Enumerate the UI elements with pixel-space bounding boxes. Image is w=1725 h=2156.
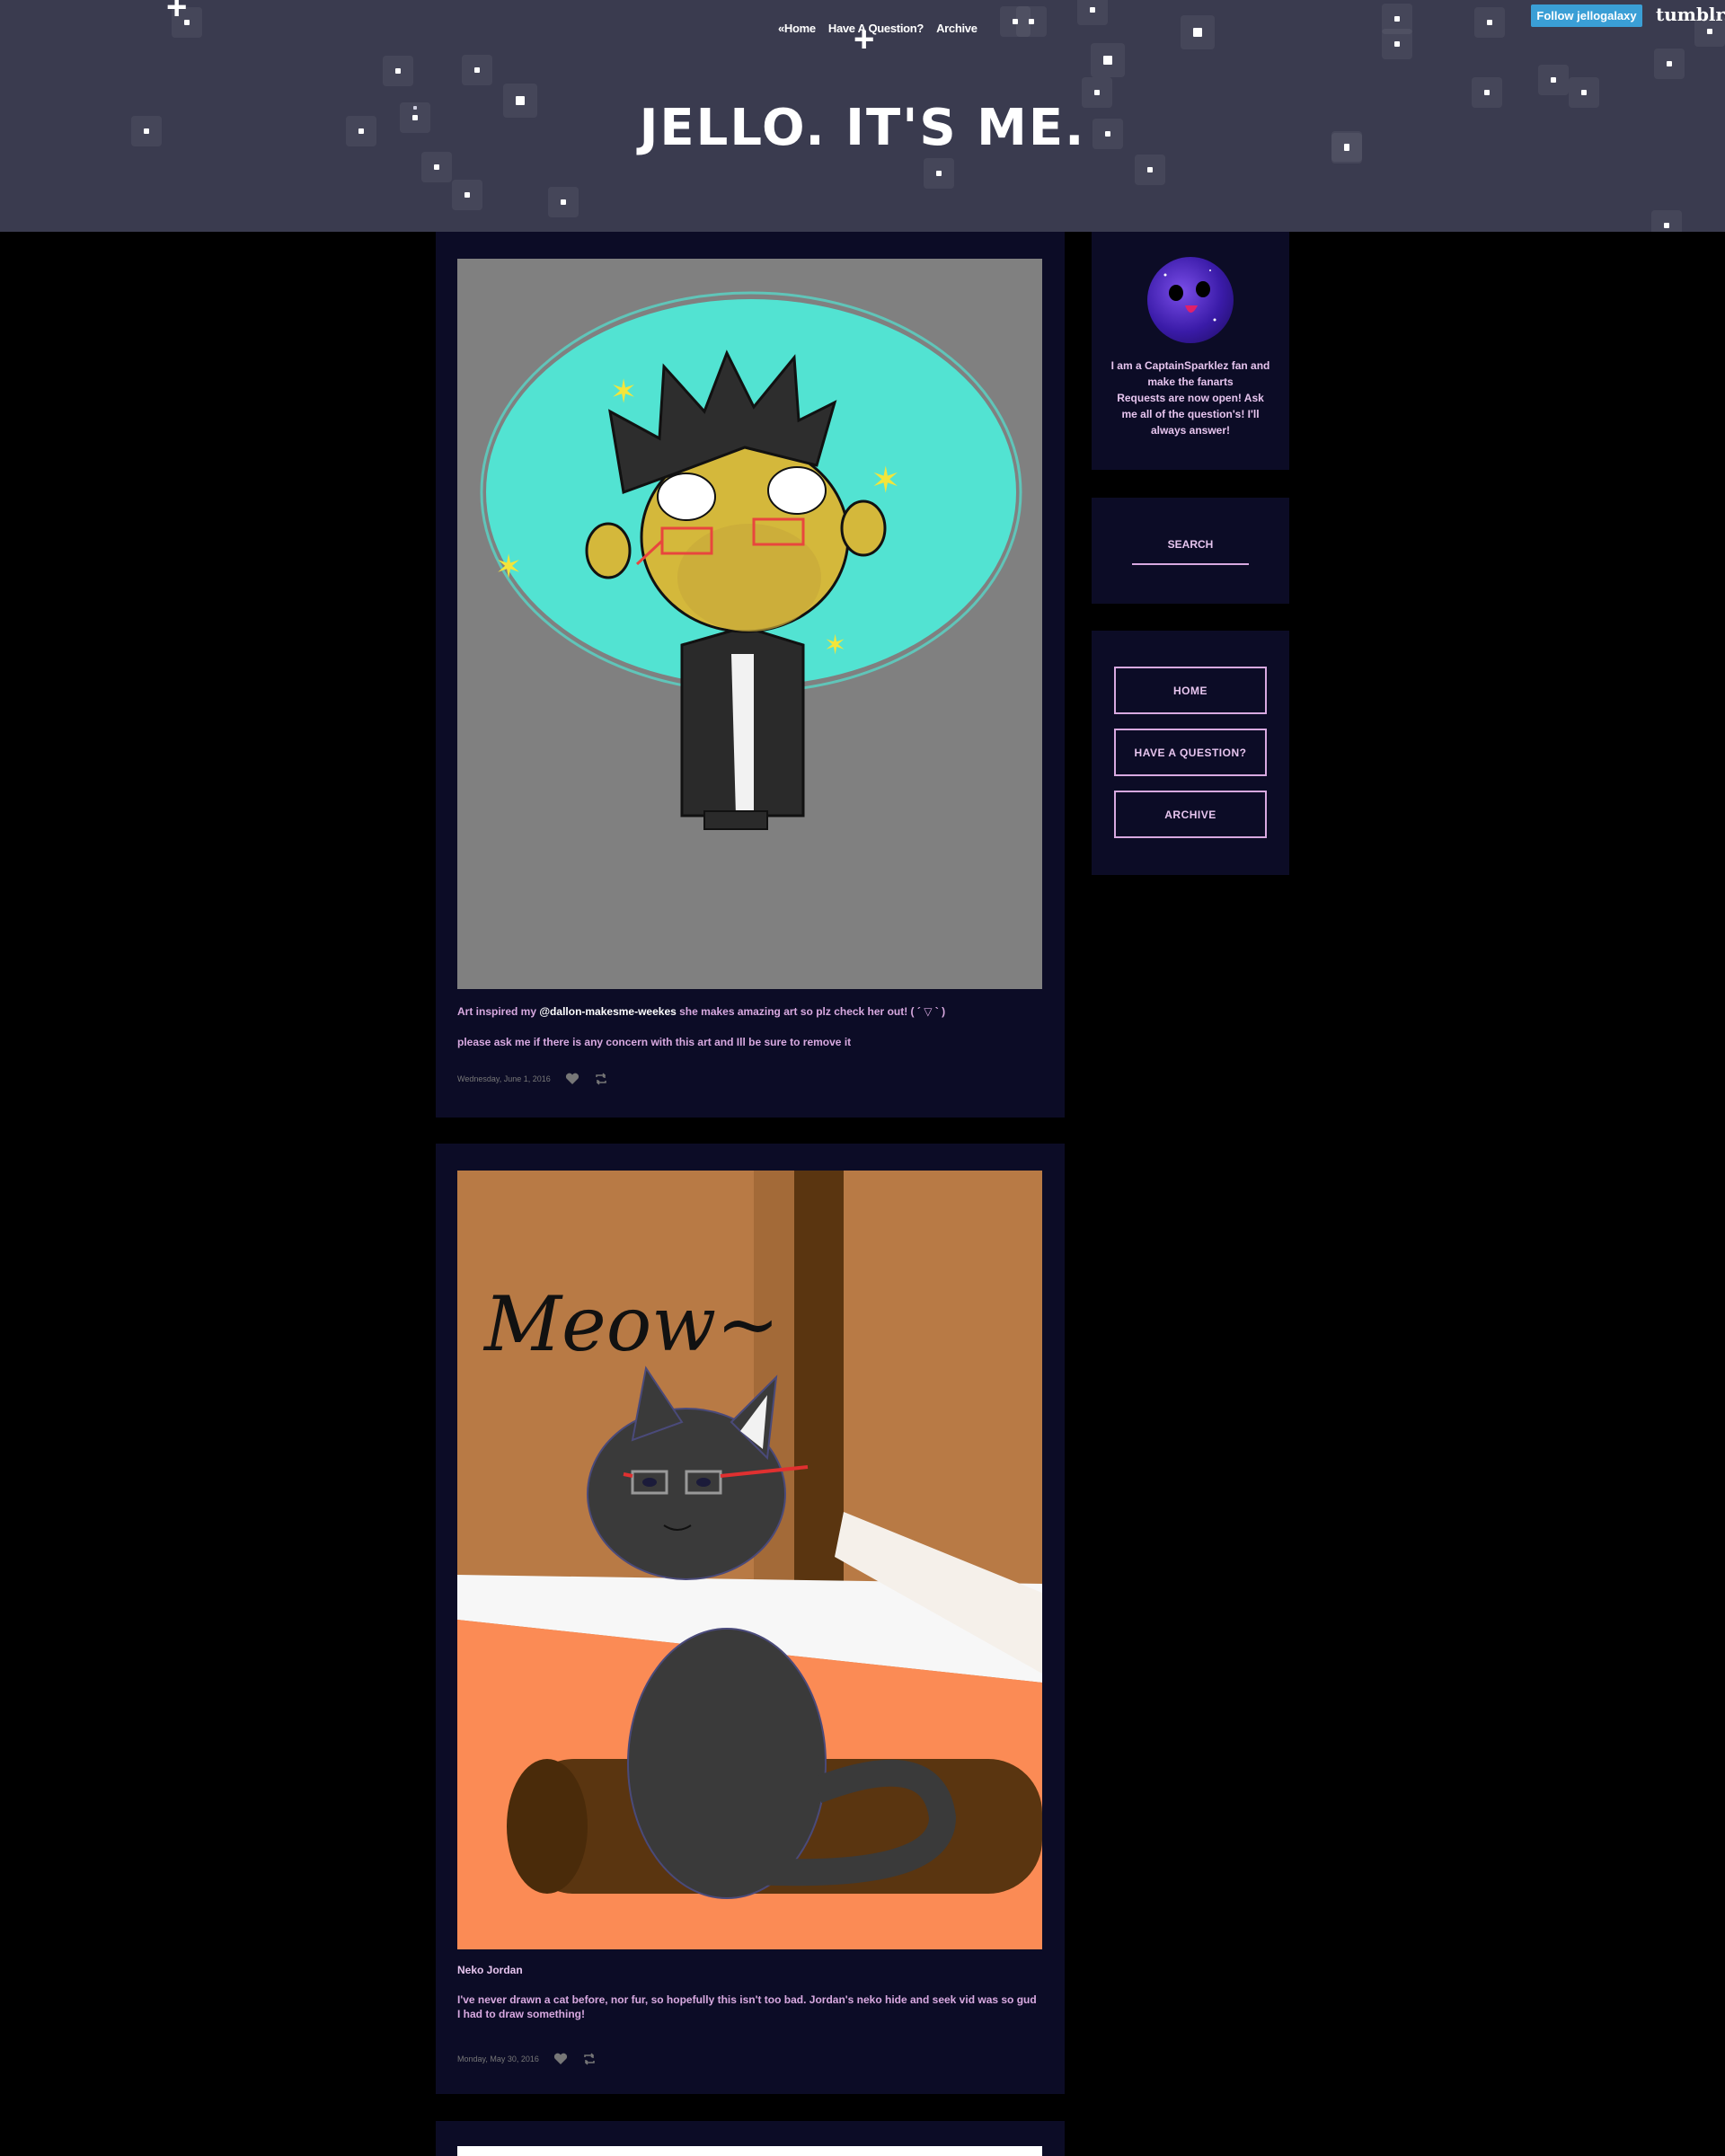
star-decoration xyxy=(1394,16,1400,22)
star-decoration xyxy=(1581,90,1587,95)
sidebar-nav-archive[interactable]: ARCHIVE xyxy=(1114,791,1267,838)
reblog-icon[interactable] xyxy=(582,2053,597,2065)
meow-text: Meow~ xyxy=(482,1280,780,1368)
post-image[interactable] xyxy=(457,2146,1042,2156)
heart-icon[interactable] xyxy=(553,2053,568,2065)
sidebar-search: SEARCH xyxy=(1092,498,1289,604)
star-decoration xyxy=(1147,167,1153,172)
star-decoration xyxy=(434,164,439,170)
star-decoration xyxy=(561,199,566,205)
star-decoration xyxy=(464,192,470,198)
star-decoration xyxy=(1090,7,1095,13)
tumblr-logo[interactable]: tumblr. xyxy=(1656,4,1725,25)
star-decoration xyxy=(1707,29,1712,34)
star-decoration xyxy=(1193,28,1202,37)
post-meta: Wednesday, June 1, 2016 xyxy=(457,1073,608,1085)
post-card xyxy=(436,2121,1065,2156)
sidebar-profile: I am a CaptainSparklez fan and make the … xyxy=(1092,232,1289,470)
star-decoration xyxy=(1094,90,1100,95)
star-decoration xyxy=(395,68,401,74)
post-title: Neko Jordan xyxy=(457,1964,523,1976)
post-caption: I've never drawn a cat before, nor fur, … xyxy=(457,1993,1037,2020)
sidebar-nav-home[interactable]: HOME xyxy=(1114,667,1267,714)
top-nav-ask[interactable]: Have A Question? xyxy=(828,22,924,35)
heart-icon[interactable] xyxy=(565,1073,579,1085)
post-meta: Monday, May 30, 2016 xyxy=(457,2053,597,2065)
star-decoration xyxy=(1103,56,1112,65)
site-title: JELLO. IT'S ME. xyxy=(639,99,1086,157)
top-navigation: «Home Have A Question? Archive xyxy=(778,22,978,35)
cat-fanart-image[interactable]: Meow~ xyxy=(457,1171,1042,1949)
cat-illustration: Meow~ xyxy=(457,1171,1042,1949)
caption-text: Art inspired my xyxy=(457,1005,540,1018)
post-date[interactable]: Monday, May 30, 2016 xyxy=(457,2054,539,2063)
star-decoration xyxy=(1394,41,1400,47)
follow-button[interactable]: Follow jellogalaxy xyxy=(1531,4,1642,27)
fanart-image[interactable]: ✶ ✶ ✶ ✶ xyxy=(457,259,1042,989)
top-nav-home[interactable]: «Home xyxy=(778,22,816,35)
star-decoration xyxy=(1487,20,1492,25)
mention-link[interactable]: @dallon-makesme-weekes xyxy=(539,1005,676,1018)
top-nav-archive[interactable]: Archive xyxy=(936,22,978,35)
star-decoration xyxy=(1664,223,1669,228)
svg-text:✶: ✶ xyxy=(824,630,846,661)
post-card: Meow~ Neko Jordan I've never drawn a cat… xyxy=(436,1144,1065,2094)
fanart-illustration: ✶ ✶ ✶ ✶ xyxy=(480,291,1022,830)
search-underline xyxy=(1132,563,1249,565)
svg-text:✶: ✶ xyxy=(610,374,637,411)
post-date[interactable]: Wednesday, June 1, 2016 xyxy=(457,1074,551,1083)
avatar-face-icon xyxy=(1163,270,1216,322)
sidebar-nav-ask[interactable]: HAVE A QUESTION? xyxy=(1114,729,1267,776)
star-decoration xyxy=(1484,90,1490,95)
star-decoration xyxy=(1667,61,1672,66)
blog-description: I am a CaptainSparklez fan and make the … xyxy=(1110,358,1271,438)
blog-header: + + «Home Have A Question? Archive JELLO… xyxy=(0,0,1725,232)
star-decoration xyxy=(1551,77,1556,83)
star-decoration xyxy=(474,67,480,73)
avatar[interactable] xyxy=(1147,257,1234,343)
post-caption: Art inspired my @dallon-makesme-weekes s… xyxy=(457,1004,1042,1019)
sidebar-nav: HOME HAVE A QUESTION? ARCHIVE xyxy=(1092,631,1289,875)
post-caption-line2: please ask me if there is any concern wi… xyxy=(457,1036,852,1048)
search-input[interactable]: SEARCH xyxy=(1092,538,1289,551)
bio-text: I am a CaptainSparklez fan and make the … xyxy=(1110,359,1270,437)
caption-text: she makes amazing art so plz check her o… xyxy=(676,1005,946,1018)
sparkle-decoration: + xyxy=(166,0,188,27)
star-decoration xyxy=(1029,19,1034,24)
post-card: ✶ ✶ ✶ ✶ Art inspired my @dallon-makesme-… xyxy=(436,232,1065,1118)
svg-text:✶: ✶ xyxy=(871,460,901,501)
reblog-icon[interactable] xyxy=(594,1073,608,1085)
svg-text:✶: ✶ xyxy=(495,549,522,586)
star-decoration xyxy=(936,171,942,176)
star-decoration xyxy=(1013,19,1018,24)
